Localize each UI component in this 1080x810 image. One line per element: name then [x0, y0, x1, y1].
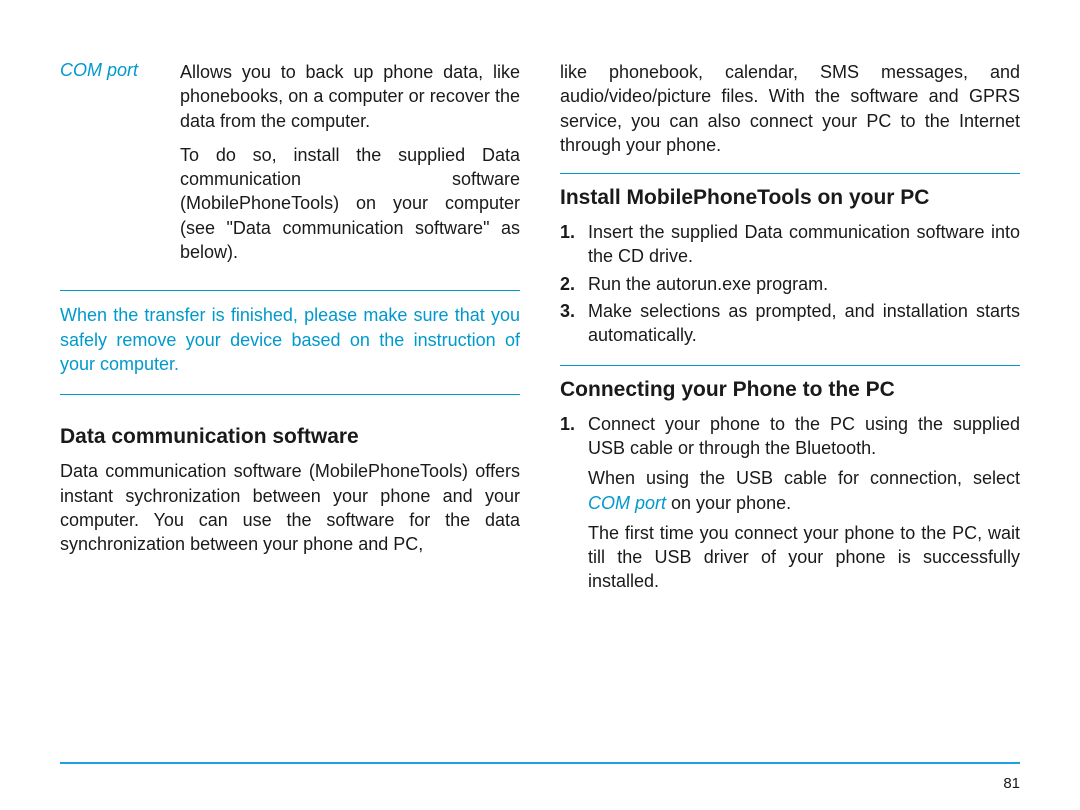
list-item: 1. Connect your phone to the PC using th…: [560, 412, 1020, 594]
connect-step-1a: Connect your phone to the PC using the s…: [588, 414, 1020, 458]
list-text: Run the autorun.exe program.: [588, 272, 1020, 296]
connect-step-1c: The first time you connect your phone to…: [588, 521, 1020, 594]
connect-step-1b: When using the USB cable for connection,…: [588, 466, 1020, 515]
list-number: 1.: [560, 220, 588, 269]
com-port-definition: Allows you to back up phone data, like p…: [180, 60, 520, 274]
connect-1b-pre: When using the USB cable for connection,…: [588, 468, 1020, 488]
connect-1b-post: on your phone.: [666, 493, 791, 513]
com-port-definition-row: COM port Allows you to back up phone dat…: [60, 60, 520, 274]
data-software-heading: Data communication software: [60, 425, 520, 449]
right-column: like phonebook, calendar, SMS messages, …: [560, 60, 1020, 755]
transfer-note: When the transfer is finished, please ma…: [60, 303, 520, 376]
connect-heading: Connecting your Phone to the PC: [560, 378, 1020, 402]
list-item: 2. Run the autorun.exe program.: [560, 272, 1020, 296]
list-number: 1.: [560, 412, 588, 594]
divider: [560, 365, 1020, 366]
connect-list: 1. Connect your phone to the PC using th…: [560, 412, 1020, 597]
install-list: 1. Insert the supplied Data communicatio…: [560, 220, 1020, 350]
com-port-def-para-2: To do so, install the supplied Data comm…: [180, 143, 520, 264]
page-columns: COM port Allows you to back up phone dat…: [60, 60, 1020, 755]
data-software-para: Data communication software (MobilePhone…: [60, 459, 520, 556]
list-text: Insert the supplied Data communication s…: [588, 220, 1020, 269]
list-item: 1. Insert the supplied Data communicatio…: [560, 220, 1020, 269]
list-item: 3. Make selections as prompted, and inst…: [560, 299, 1020, 348]
divider: [60, 290, 520, 291]
data-software-para-continued: like phonebook, calendar, SMS messages, …: [560, 60, 1020, 157]
list-text: Make selections as prompted, and install…: [588, 299, 1020, 348]
com-port-term: COM port: [60, 60, 160, 274]
page-number: 81: [1003, 775, 1020, 792]
left-column: COM port Allows you to back up phone dat…: [60, 60, 520, 755]
footer-rule: [60, 762, 1020, 764]
divider: [60, 394, 520, 395]
list-text: Connect your phone to the PC using the s…: [588, 412, 1020, 594]
install-heading: Install MobilePhoneTools on your PC: [560, 186, 1020, 210]
com-port-inline: COM port: [588, 493, 666, 513]
list-number: 2.: [560, 272, 588, 296]
divider: [560, 173, 1020, 174]
list-number: 3.: [560, 299, 588, 348]
com-port-def-para-1: Allows you to back up phone data, like p…: [180, 60, 520, 133]
